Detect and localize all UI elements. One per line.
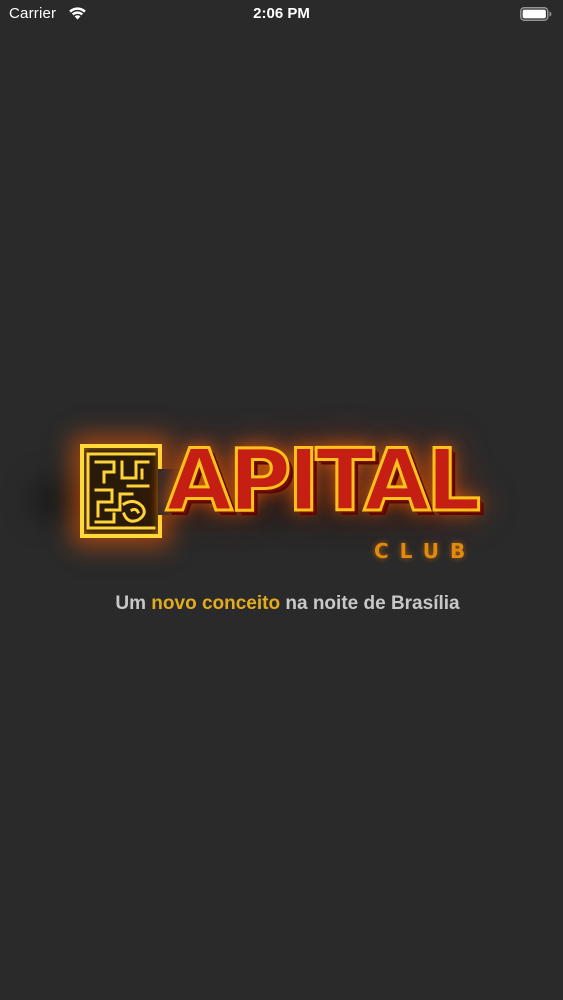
logo-subword: CLUB bbox=[374, 539, 477, 563]
tagline: Um novo conceito na noite de Brasília bbox=[0, 593, 563, 615]
logo-wordmark: APITAL bbox=[165, 430, 483, 533]
capital-club-logo: APITAL CLUB bbox=[32, 425, 515, 575]
battery-icon bbox=[520, 7, 552, 21]
tagline-highlight: novo conceito bbox=[151, 593, 281, 614]
status-bar: Carrier 2:06 PM bbox=[0, 0, 563, 30]
tagline-part2: na noite de Brasília bbox=[280, 593, 460, 614]
status-time: 2:06 PM bbox=[253, 5, 310, 22]
tagline-part1: Um bbox=[115, 593, 152, 614]
maze-emblem-c-icon bbox=[80, 444, 162, 538]
splash-screen: Carrier 2:06 PM APITAL CLUB Um novo conc… bbox=[0, 0, 563, 1000]
